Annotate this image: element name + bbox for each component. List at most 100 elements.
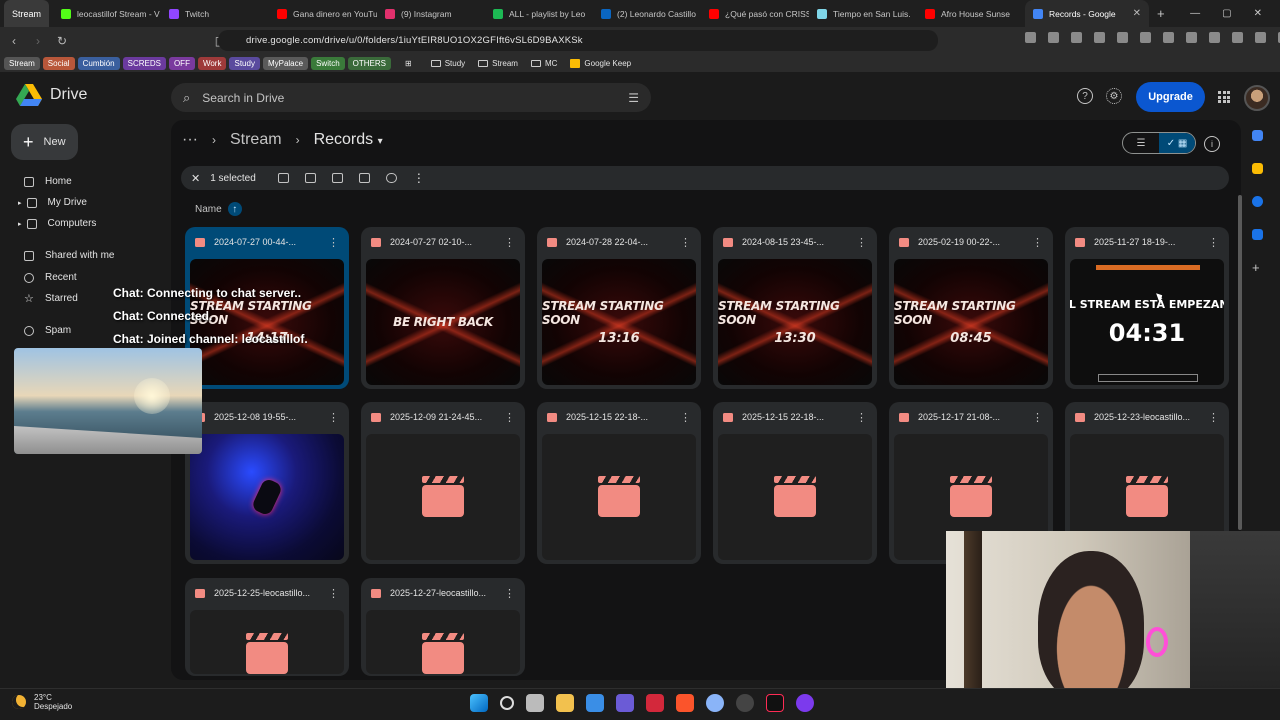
avatar[interactable] <box>1244 85 1270 111</box>
bookmark-chip[interactable]: Work <box>197 56 227 70</box>
bookmark-chip[interactable]: Cumbión <box>77 56 120 70</box>
file-more-icon[interactable]: ⋮ <box>328 587 339 600</box>
file-more-icon[interactable]: ⋮ <box>1032 236 1043 249</box>
file-more-icon[interactable]: ⋮ <box>328 236 339 249</box>
search-icon[interactable] <box>500 696 514 710</box>
sidebar-item-recent[interactable]: Recent <box>24 272 77 283</box>
file-more-icon[interactable]: ⋮ <box>856 411 867 424</box>
extension-icon[interactable] <box>1186 32 1197 43</box>
bookmark-chip[interactable]: Study <box>229 56 260 70</box>
download-icon[interactable] <box>304 173 316 183</box>
browser-tab[interactable]: Records - Google ✕ <box>1025 0 1150 27</box>
bookmark-chip[interactable]: Switch <box>311 56 345 70</box>
bookmark-chip[interactable]: OFF <box>168 56 195 70</box>
sidebar-item-spam[interactable]: Spam <box>24 325 71 336</box>
browser-tab[interactable]: Afro House Sunse <box>917 0 1025 27</box>
add-addon-icon[interactable]: + <box>1252 261 1263 274</box>
sidebar-item-shared-with-me[interactable]: Shared with me <box>24 250 114 261</box>
grid-view-button[interactable]: ✓ ▦ <box>1159 133 1195 153</box>
file-card[interactable]: 2024-08-15 23-45-... ⋮ STREAM STARTING SOO… <box>713 227 877 389</box>
link-icon[interactable] <box>385 173 397 183</box>
file-explorer-icon[interactable] <box>556 694 574 712</box>
drive-logo[interactable]: Drive <box>16 84 87 106</box>
file-more-icon[interactable]: ⋮ <box>680 411 691 424</box>
browser-tab[interactable]: Gana dinero en YouTu <box>269 0 377 27</box>
app-icon[interactable] <box>796 694 814 712</box>
tasks-icon[interactable] <box>1252 196 1263 207</box>
file-more-icon[interactable]: ⋮ <box>856 236 867 249</box>
bookmark-folder[interactable]: MC <box>526 57 562 70</box>
bookmark-chip[interactable]: Stream <box>4 56 40 70</box>
list-view-button[interactable]: ☰ <box>1123 133 1159 153</box>
weather-widget[interactable]: 23°C Despejado <box>12 693 72 711</box>
file-more-icon[interactable]: ⋮ <box>1208 236 1219 249</box>
file-more-icon[interactable]: ⋮ <box>504 236 515 249</box>
keep-icon[interactable] <box>1252 163 1263 174</box>
more-path-icon[interactable]: ··· <box>182 131 198 149</box>
browser-tab[interactable]: Stream <box>4 0 50 27</box>
minimize-icon[interactable]: — <box>1190 8 1200 19</box>
breadcrumb-parent[interactable]: Stream <box>230 131 282 149</box>
file-more-icon[interactable]: ⋮ <box>1208 411 1219 424</box>
browser-tab[interactable]: (9) Instagram <box>377 0 485 27</box>
expand-chevron-icon[interactable]: ▸ <box>18 199 22 207</box>
browser-tab[interactable]: ¿Qué pasó con CRISS <box>701 0 809 27</box>
help-button[interactable]: ? <box>1077 88 1093 104</box>
search-bar[interactable]: ⌕ Search in Drive ☰ <box>171 83 651 112</box>
extension-icon[interactable] <box>1140 32 1151 43</box>
file-more-icon[interactable]: ⋮ <box>1032 411 1043 424</box>
browser-tab[interactable]: Tiempo en San Luis. <box>809 0 917 27</box>
expand-chevron-icon[interactable]: ▸ <box>18 220 22 228</box>
extension-icon[interactable] <box>1163 32 1174 43</box>
new-tab-icon[interactable]: + <box>1149 0 1173 27</box>
back-icon[interactable]: ‹ <box>4 34 24 48</box>
details-info-icon[interactable]: i <box>1204 136 1220 152</box>
more-actions-icon[interactable]: ⋮ <box>413 171 425 185</box>
upgrade-button[interactable]: Upgrade <box>1136 82 1205 112</box>
store-icon[interactable] <box>586 694 604 712</box>
file-card[interactable]: 2024-07-27 02-10-... ⋮ BE RIGHT BACK <box>361 227 525 389</box>
close-window-icon[interactable]: ✕ <box>1254 8 1262 19</box>
maximize-icon[interactable]: ▢ <box>1222 8 1231 19</box>
breadcrumb-current[interactable]: Records ▾ <box>314 131 383 149</box>
file-card[interactable]: 2024-07-27 00-44-... ⋮ STREAM STARTING SOO… <box>185 227 349 389</box>
contacts-icon[interactable] <box>1252 229 1263 240</box>
file-card[interactable]: 2025-12-08 19-55-... ⋮ <box>185 402 349 564</box>
sidebar-item-computers[interactable]: ▸ Computers <box>18 218 96 229</box>
close-tab-icon[interactable]: ✕ <box>1133 8 1141 19</box>
task-view-icon[interactable] <box>526 694 544 712</box>
new-button[interactable]: + New <box>11 124 78 160</box>
bookmark-chip[interactable]: OTHERS <box>347 56 391 70</box>
browser-tab[interactable]: leocastillof Stream - V <box>53 0 161 27</box>
extension-icon[interactable] <box>1071 32 1082 43</box>
app-icon[interactable] <box>646 694 664 712</box>
app-icon[interactable] <box>616 694 634 712</box>
reload-icon[interactable]: ↻ <box>52 34 72 48</box>
tiktok-icon[interactable] <box>766 694 784 712</box>
bookmark-folder[interactable]: Study <box>426 57 470 70</box>
brave-icon[interactable] <box>676 694 694 712</box>
browser-tab[interactable]: (2) Leonardo Castillo <box>593 0 701 27</box>
file-more-icon[interactable]: ⋮ <box>504 411 515 424</box>
clear-selection-icon[interactable]: ✕ <box>191 172 200 185</box>
search-options-icon[interactable]: ☰ <box>628 91 639 105</box>
address-bar[interactable]: drive.google.com/drive/u/0/folders/1iuYt… <box>218 30 938 51</box>
file-card[interactable]: 2025-12-27-leocastillo... ⋮ <box>361 578 525 676</box>
extension-icon[interactable] <box>1048 32 1059 43</box>
extension-icon[interactable] <box>1255 32 1266 43</box>
extension-icon[interactable] <box>1094 32 1105 43</box>
trash-icon[interactable] <box>358 173 370 183</box>
obs-icon[interactable] <box>736 694 754 712</box>
file-card[interactable]: 2025-12-09 21-24-45... ⋮ <box>361 402 525 564</box>
extension-icon[interactable] <box>1025 32 1036 43</box>
calendar-icon[interactable] <box>1252 130 1263 141</box>
sidebar-item-home[interactable]: Home <box>24 176 72 187</box>
extension-icon[interactable] <box>1117 32 1128 43</box>
sidebar-item-my-drive[interactable]: ▸ My Drive <box>18 197 87 208</box>
extension-icon[interactable] <box>1209 32 1220 43</box>
extension-icon[interactable] <box>1232 32 1243 43</box>
apps-grid-icon[interactable] <box>1218 91 1230 103</box>
settings-icon[interactable] <box>706 694 724 712</box>
file-card[interactable]: 2025-12-15 22-18-... ⋮ <box>537 402 701 564</box>
file-card[interactable]: 2024-07-28 22-04-... ⋮ STREAM STARTING SOO… <box>537 227 701 389</box>
